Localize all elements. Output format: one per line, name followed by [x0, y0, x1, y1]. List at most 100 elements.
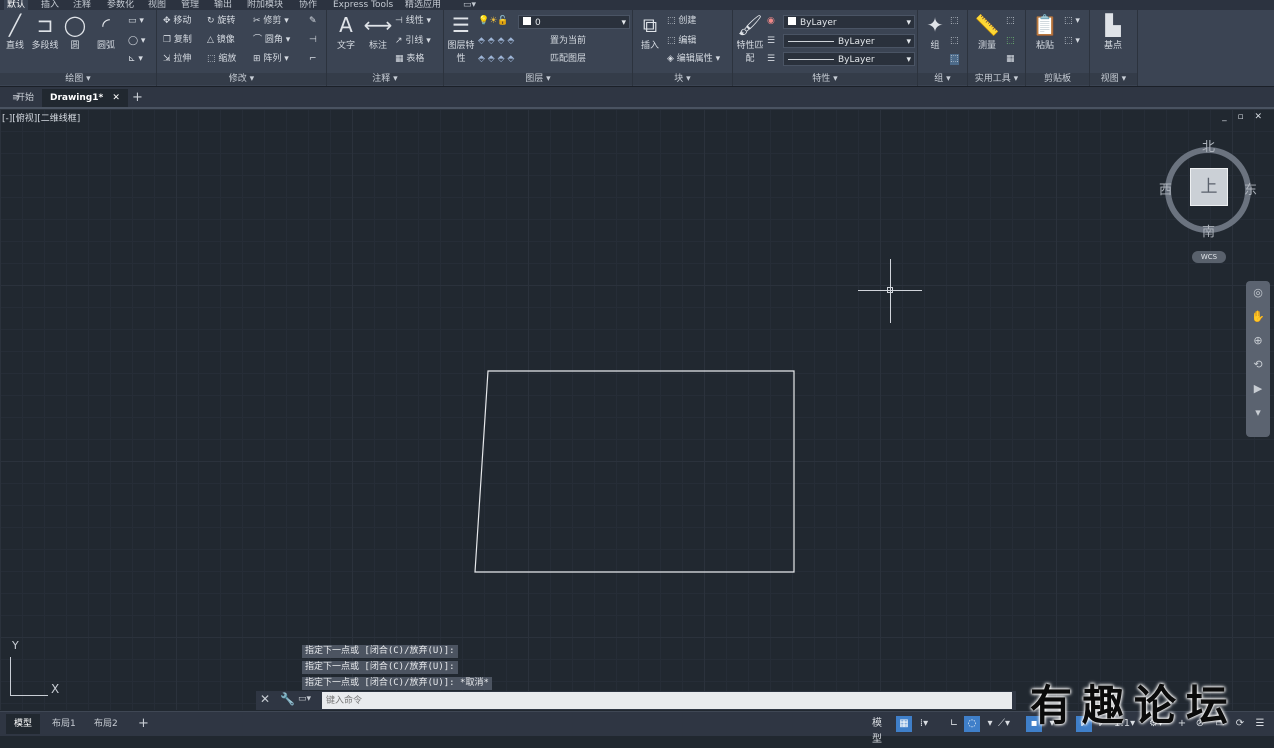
quick-select-icon[interactable]: ⬚: [1006, 16, 1015, 27]
paste-button[interactable]: 📋 粘贴: [1030, 12, 1060, 51]
create-block-button[interactable]: ⬚ 创建: [667, 16, 696, 27]
tab-default[interactable]: 默认: [4, 0, 29, 10]
ortho-icon[interactable]: ∟: [946, 716, 962, 732]
showmotion-icon[interactable]: ▶: [1246, 377, 1270, 401]
match-properties-button[interactable]: 🖌 特性匹配: [735, 12, 765, 64]
add-layout-icon[interactable]: +: [130, 714, 157, 734]
compass-east[interactable]: 东: [1244, 179, 1257, 198]
polyline-button[interactable]: ⊐ 多段线: [30, 12, 60, 51]
layer-state-icons[interactable]: 💡☀🔓: [478, 16, 508, 27]
make-current-button[interactable]: 置为当前: [550, 36, 586, 47]
scale-button[interactable]: ⬚ 缩放: [207, 54, 236, 65]
copy-button[interactable]: ❐ 复制: [163, 35, 192, 46]
lineweight-dropdown[interactable]: ByLayer ▾: [783, 52, 915, 66]
dimension-button[interactable]: ⟷ 标注: [363, 12, 393, 51]
edit-attributes-button[interactable]: ◈ 编辑属性 ▾: [667, 54, 720, 65]
circle-button[interactable]: ◯ 圆: [62, 12, 88, 51]
tab-layout2[interactable]: 布局2: [86, 714, 126, 734]
tab-manage[interactable]: 管理: [178, 0, 202, 10]
layer-properties-button[interactable]: ☰ 图层特性: [446, 12, 476, 64]
isodraft-icon[interactable]: ⟋▾: [996, 716, 1012, 732]
erase-button[interactable]: ✎: [309, 16, 317, 27]
hatch-button[interactable]: ⊾ ▾: [128, 54, 143, 65]
command-input[interactable]: [322, 692, 1012, 709]
drawing-canvas[interactable]: [-][俯视][二维线框] _ ▫ ✕ 上 北 南 东 西 WCS ◎ ✋ ⊕ …: [0, 109, 1274, 710]
leader-button[interactable]: ↗ 引线 ▾: [395, 36, 431, 47]
compass-south[interactable]: 南: [1202, 221, 1215, 240]
drawn-polyline[interactable]: [474, 370, 795, 573]
group-tool-icon[interactable]: ⬚: [950, 16, 959, 27]
layer-tools-row1-icons[interactable]: ⬘ ⬘ ⬘ ⬘: [478, 36, 514, 47]
offset-button[interactable]: ⌐: [309, 54, 317, 65]
close-tab-icon[interactable]: ✕: [112, 93, 120, 103]
compass-west[interactable]: 西: [1159, 179, 1172, 198]
snap-icon[interactable]: ⁞▾: [916, 716, 932, 732]
measure-button[interactable]: 📏 测量: [972, 12, 1002, 51]
stretch-button[interactable]: ⇲ 拉伸: [163, 54, 191, 65]
tab-collaborate[interactable]: 协作: [296, 0, 320, 10]
mirror-button[interactable]: △ 镜像: [207, 35, 235, 46]
array-button[interactable]: ⊞ 阵列 ▾: [253, 54, 289, 65]
panel-draw-title[interactable]: 绘图 ▾: [0, 73, 156, 85]
panel-modify-title[interactable]: 修改 ▾: [157, 73, 326, 85]
tab-view[interactable]: 视图: [145, 0, 169, 10]
tab-output[interactable]: 输出: [211, 0, 235, 10]
model-space-toggle[interactable]: 模型: [866, 716, 888, 745]
layer-dropdown[interactable]: 0 ▾: [518, 15, 630, 29]
edit-block-button[interactable]: ⬚ 编辑: [667, 36, 696, 47]
rectangle-button[interactable]: ▭ ▾: [128, 16, 144, 27]
compass-north[interactable]: 北: [1202, 136, 1215, 155]
fillet-button[interactable]: ⌒ 圆角 ▾: [253, 35, 290, 46]
linear-button[interactable]: ⊣ 线性 ▾: [395, 16, 431, 27]
tab-drawing1[interactable]: Drawing1* ✕: [42, 89, 128, 107]
color-wheel-icon[interactable]: ◉: [767, 16, 775, 27]
copy-clip-icon[interactable]: ⬚ ▾: [1064, 16, 1080, 27]
panel-clipboard-title[interactable]: 剪贴板: [1026, 73, 1089, 85]
ungroup-icon[interactable]: ⬚: [950, 36, 959, 47]
tab-addins[interactable]: 附加模块: [244, 0, 286, 10]
tab-annotate[interactable]: 注释: [70, 0, 94, 10]
zoom-icon[interactable]: ⊕: [1246, 329, 1270, 353]
tab-express-tools[interactable]: Express Tools: [330, 0, 396, 10]
group-select-icon[interactable]: ⬚: [950, 54, 959, 65]
navbar-menu-icon[interactable]: ▾: [1246, 401, 1270, 425]
explode-button[interactable]: ⊣: [309, 35, 317, 46]
panel-view-title[interactable]: 视图 ▾: [1090, 73, 1137, 85]
panel-groups-title[interactable]: 组 ▾: [918, 73, 967, 85]
new-tab-icon[interactable]: +: [124, 89, 151, 107]
panel-annotation-title[interactable]: 注释 ▾: [327, 73, 443, 85]
calculator-icon[interactable]: ▦: [1006, 54, 1015, 65]
orbit-icon[interactable]: ⟲: [1246, 353, 1270, 377]
table-button[interactable]: ▦ 表格: [395, 54, 424, 65]
recent-commands-icon[interactable]: ▭▾: [298, 694, 311, 704]
layer-tools-row2-icons[interactable]: ⬘ ⬘ ⬘ ⬘: [478, 54, 514, 65]
tab-parametric[interactable]: 参数化: [104, 0, 137, 10]
trim-button[interactable]: ✂ 修剪 ▾: [253, 16, 289, 27]
tab-layout1[interactable]: 布局1: [44, 714, 84, 734]
drawing-geometry[interactable]: [0, 109, 1274, 710]
line-button[interactable]: ╱ 直线: [2, 12, 28, 51]
cut-icon[interactable]: ⬚ ▾: [1064, 36, 1080, 47]
insert-block-button[interactable]: ⧉ 插入: [635, 12, 665, 51]
text-button[interactable]: A 文字: [331, 12, 361, 51]
linetype-dropdown[interactable]: ByLayer ▾: [783, 34, 915, 48]
close-command-line-icon[interactable]: ✕: [260, 692, 270, 706]
polar-icon[interactable]: ◌: [964, 716, 980, 732]
customize-wrench-icon[interactable]: 🔧: [280, 692, 295, 706]
arc-button[interactable]: ◜ 圆弧: [92, 12, 120, 51]
viewcube[interactable]: 上 北 南 东 西 WCS: [1159, 140, 1258, 271]
ellipse-button[interactable]: ◯ ▾: [128, 36, 145, 47]
tab-featured-apps[interactable]: 精选应用: [402, 0, 444, 10]
steering-wheel-icon[interactable]: ◎: [1246, 281, 1270, 305]
panel-properties-title[interactable]: 特性 ▾: [733, 73, 917, 85]
grid-icon[interactable]: ▦: [896, 716, 912, 732]
tab-start[interactable]: 开始: [8, 89, 42, 107]
customization-menu-icon[interactable]: ☰: [1252, 716, 1268, 732]
panel-utilities-title[interactable]: 实用工具 ▾: [968, 73, 1025, 85]
panel-block-title[interactable]: 块 ▾: [633, 73, 732, 85]
match-layer-button[interactable]: 匹配图层: [550, 54, 586, 65]
rotate-button[interactable]: ↻ 旋转: [207, 16, 235, 27]
move-button[interactable]: ✥ 移动: [163, 16, 191, 27]
color-dropdown[interactable]: ByLayer ▾: [783, 15, 915, 29]
panel-layers-title[interactable]: 图层 ▾: [444, 73, 632, 85]
